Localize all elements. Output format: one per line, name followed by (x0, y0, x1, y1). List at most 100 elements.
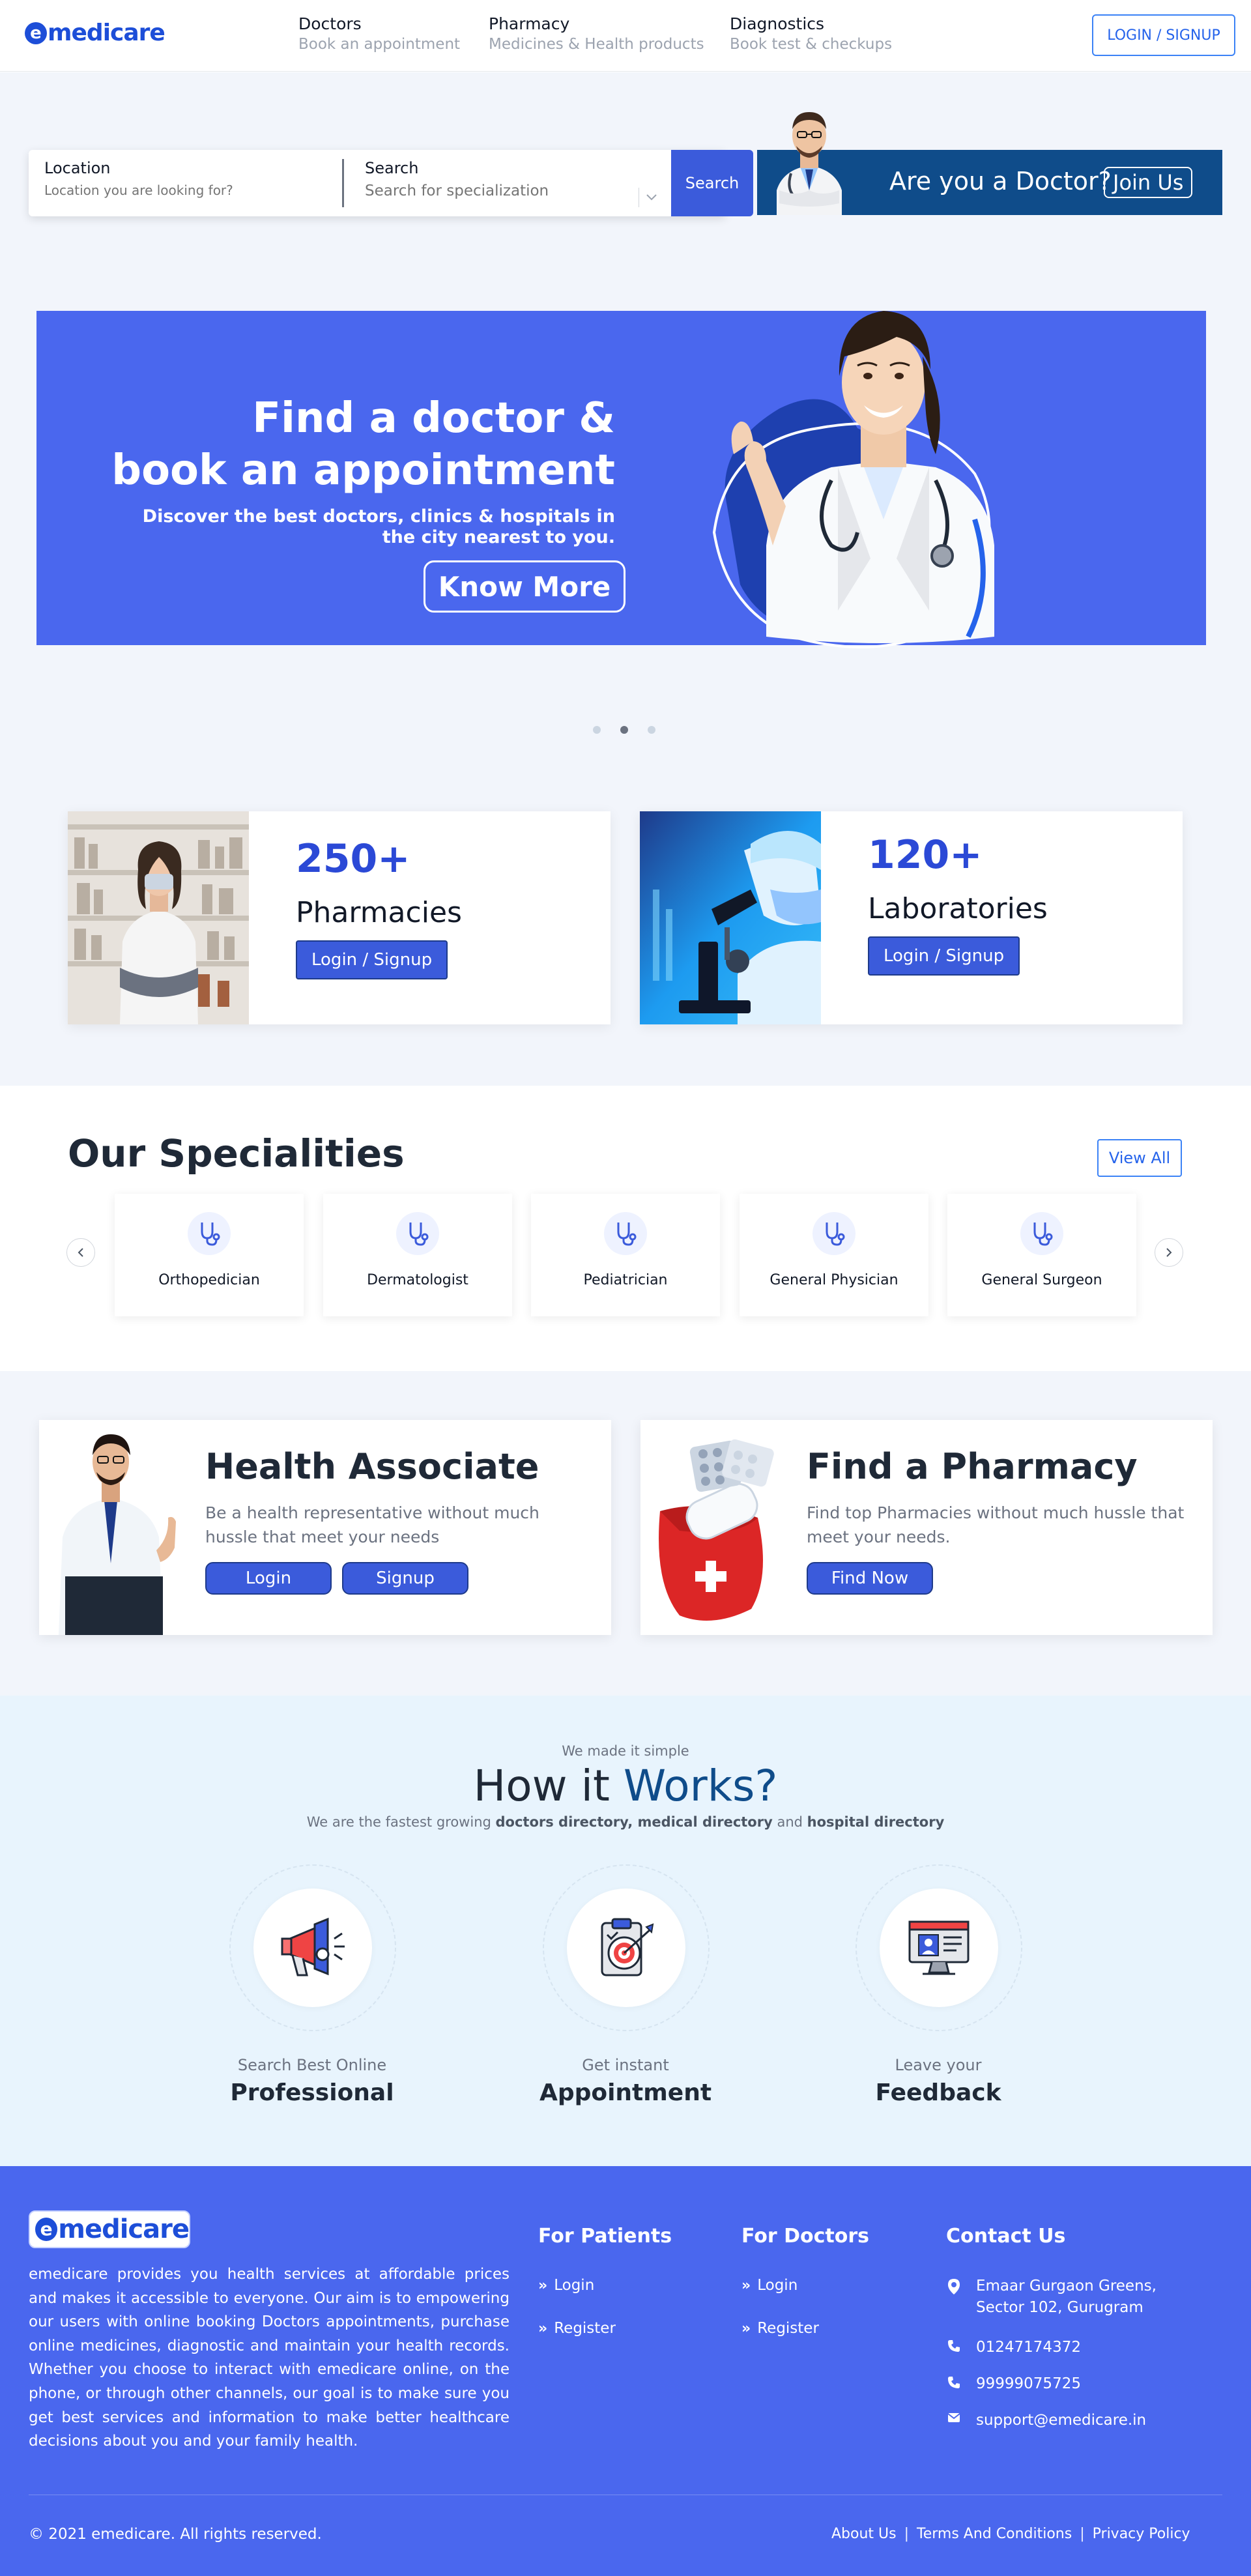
double-chevron-icon: » (741, 2277, 751, 2294)
search-box: Location Search Search (29, 150, 753, 216)
laboratories-card: 120+ Laboratories Login / Signup (640, 811, 1183, 1024)
join-us-button[interactable]: Join Us (1104, 167, 1193, 198)
hero-subtitle: Discover the best doctors, clinics & hos… (142, 506, 615, 547)
associate-login-button[interactable]: Login (205, 1562, 332, 1595)
laboratories-login-button[interactable]: Login / Signup (868, 936, 1020, 976)
location-pin-icon (946, 2276, 962, 2319)
top-band: Location Search Search (0, 72, 1251, 1086)
carousel-dot-active[interactable] (620, 726, 628, 734)
site-header: e medicare Doctors Book an appointment P… (0, 0, 1251, 72)
step-subtitle: Get instant (582, 2056, 669, 2074)
promo-band: Health Associate Be a health representat… (0, 1371, 1251, 1696)
logo[interactable]: e medicare (25, 20, 165, 46)
footer-logo-text: medicare (58, 2214, 190, 2244)
link-label: Login (554, 2277, 595, 2294)
contact-phone-2[interactable]: 99999075725 (946, 2373, 1081, 2395)
phone-icon (946, 2373, 962, 2395)
doctor-question: Are you a Doctor? (889, 167, 1112, 195)
view-all-button[interactable]: View All (1097, 1139, 1182, 1177)
carousel-dot[interactable] (593, 726, 601, 734)
speciality-name: Pediatrician (583, 1272, 668, 1288)
hero-banner: Find a doctor & book an appointment Disc… (36, 311, 1206, 648)
nav-doctors-subtitle: Book an appointment (298, 36, 461, 53)
chevron-left-icon (78, 1248, 83, 1257)
double-chevron-icon: » (538, 2320, 548, 2337)
link-label: Register (757, 2320, 819, 2337)
logo-text: medicare (48, 20, 165, 46)
patients-register-link[interactable]: » Register (538, 2320, 616, 2337)
find-pharmacy-card: Find a Pharmacy Find top Pharmacies with… (640, 1420, 1213, 1635)
nav-pharmacy[interactable]: Pharmacy Medicines & Health products (489, 14, 704, 53)
specialities-section: Our Specialities View All Orthopedician … (0, 1086, 1251, 1371)
location-label: Location (44, 159, 111, 177)
patients-login-link[interactable]: » Login (538, 2277, 594, 2294)
know-more-button[interactable]: Know More (424, 560, 626, 613)
login-signup-button[interactable]: LOGIN / SIGNUP (1092, 14, 1235, 56)
footer-about: emedicare provides you health services a… (29, 2266, 510, 2450)
nav-doctors-title: Doctors (298, 14, 362, 33)
pharmacies-login-button[interactable]: Login / Signup (296, 940, 448, 979)
medicine-bag-image (640, 1420, 797, 1635)
separator: | (904, 2526, 910, 2542)
contact-email[interactable]: support@emedicare.in (946, 2410, 1146, 2431)
doctors-register-link[interactable]: » Register (741, 2320, 819, 2337)
about-us-link[interactable]: About Us (831, 2526, 897, 2542)
how-title: How it Works? (0, 1761, 1251, 1811)
contact-address: Emaar Gurgaon Greens, Sector 102, Gurugr… (946, 2276, 1172, 2319)
carousel-prev-button[interactable] (66, 1238, 95, 1267)
nav-pharmacy-title: Pharmacy (489, 14, 570, 33)
step-title: Appointment (539, 2079, 712, 2106)
monitor-profile-icon (908, 1920, 970, 1975)
for-patients-title: For Patients (538, 2225, 672, 2248)
nav-diagnostics-subtitle: Book test & checkups (730, 36, 893, 53)
speciality-card[interactable]: Orthopedician (115, 1194, 304, 1316)
footer-logo-mark: e (35, 2218, 58, 2241)
pharmacist-image (68, 811, 249, 1024)
speciality-name: General Surgeon (981, 1272, 1102, 1288)
nav-diagnostics[interactable]: Diagnostics Book test & checkups (730, 14, 892, 53)
speciality-card[interactable]: Dermatologist (323, 1194, 512, 1316)
target-clipboard-icon (601, 1918, 654, 1976)
footer-logo[interactable]: e medicare (29, 2210, 190, 2248)
location-field: Location (44, 159, 344, 207)
nav-pharmacy-subtitle: Medicines & Health products (489, 36, 704, 53)
for-doctors-title: For Doctors (741, 2225, 870, 2248)
pharmacies-count: 250+ (296, 836, 410, 882)
associate-signup-button[interactable]: Signup (342, 1562, 468, 1595)
privacy-link[interactable]: Privacy Policy (1093, 2526, 1190, 2542)
double-chevron-icon: » (538, 2277, 548, 2294)
find-pharmacy-title: Find a Pharmacy (807, 1446, 1138, 1487)
speciality-card[interactable]: General Physician (740, 1194, 928, 1316)
doctors-login-link[interactable]: » Login (741, 2277, 798, 2294)
stethoscope-icon (188, 1212, 231, 1255)
phone-text: 01247174372 (976, 2339, 1081, 2356)
contact-phone-1[interactable]: 01247174372 (946, 2337, 1081, 2358)
step-ring (856, 1864, 1022, 2031)
terms-link[interactable]: Terms And Conditions (917, 2526, 1072, 2542)
lab-scientist-image (640, 811, 821, 1024)
find-pharmacy-description: Find top Pharmacies without much hussle … (807, 1503, 1185, 1546)
link-label: Login (757, 2277, 798, 2294)
hero-title: Find a doctor & book an appointment (29, 392, 615, 497)
hero-doctor-image (712, 311, 994, 648)
step-subtitle: Search Best Online (237, 2056, 387, 2074)
find-now-button[interactable]: Find Now (807, 1562, 933, 1595)
how-it-works-section: We made it simple How it Works? We are t… (0, 1696, 1251, 2166)
how-sub-mid: and (772, 1814, 807, 1830)
footer-legal-links: About Us | Terms And Conditions | Privac… (831, 2526, 1190, 2542)
carousel-dot[interactable] (648, 726, 655, 734)
stethoscope-icon (812, 1212, 856, 1255)
carousel-next-button[interactable] (1155, 1238, 1183, 1267)
specialization-input[interactable] (365, 182, 599, 199)
location-input[interactable] (44, 182, 318, 198)
step-subtitle: Leave your (895, 2056, 982, 2074)
speciality-name: Dermatologist (367, 1272, 468, 1288)
search-button[interactable]: Search (671, 150, 753, 216)
chevron-down-icon[interactable] (639, 188, 663, 207)
speciality-card[interactable]: General Surgeon (947, 1194, 1136, 1316)
speciality-card[interactable]: Pediatrician (531, 1194, 720, 1316)
logo-mark: e (25, 22, 47, 44)
hero-title-line2: book an appointment (111, 446, 615, 495)
nav-doctors[interactable]: Doctors Book an appointment (298, 14, 460, 53)
nav-diagnostics-title: Diagnostics (730, 14, 825, 33)
